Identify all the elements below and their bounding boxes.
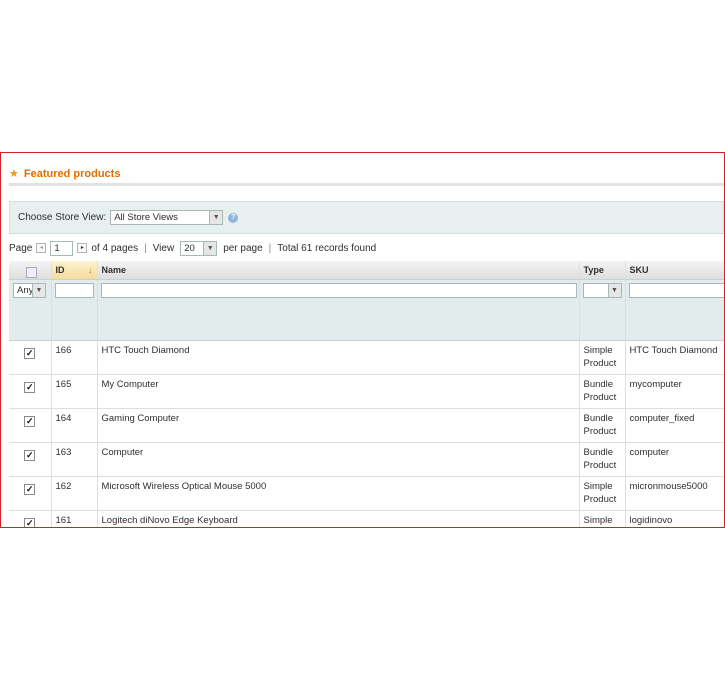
cell-sku: computer — [625, 442, 724, 477]
row-select-cell: ✓ — [9, 476, 52, 511]
column-header-type[interactable]: Type — [579, 261, 626, 280]
page-label: Page — [9, 242, 33, 254]
per-page-label: per page — [223, 242, 263, 254]
table-row[interactable]: ✓ 165 My Computer Bundle Product mycomputer — [9, 374, 724, 409]
store-view-label: Choose Store View: — [18, 212, 107, 223]
cell-id: 161 — [51, 510, 98, 527]
row-checkbox[interactable]: ✓ — [24, 382, 36, 393]
cell-type: Bundle Product — [579, 374, 626, 409]
page-input[interactable]: 1 — [50, 240, 74, 256]
cell-name: Microsoft Wireless Optical Mouse 5000 — [97, 476, 580, 511]
table-row[interactable]: ✓ 162 Microsoft Wireless Optical Mouse 500… — [9, 476, 724, 511]
cell-sku: mycomputer — [625, 374, 724, 409]
sort-arrow-icon: ↓ — [88, 265, 93, 275]
table-row[interactable]: ✓ 164 Gaming Computer Bundle Product compute… — [9, 408, 724, 443]
row-checkbox[interactable]: ✓ — [24, 450, 36, 461]
row-select-cell: ✓ — [9, 340, 52, 375]
products-grid: ID ↓ Name Type SKU Any ▼ ▼ ✓ 166 HTC Tou… — [9, 261, 724, 527]
row-checkbox[interactable]: ✓ — [24, 416, 36, 427]
cell-sku: logidinovo — [625, 510, 724, 527]
separator: | — [268, 242, 272, 254]
chevron-down-icon: ▼ — [32, 284, 45, 297]
store-switcher: Choose Store View: All Store Views ▼ ? — [9, 201, 724, 234]
chevron-down-icon: ▼ — [203, 241, 217, 255]
total-records: Total 61 records found — [277, 242, 377, 254]
in-products-filter-select[interactable]: Any ▼ — [13, 283, 46, 298]
grid-headings: ID ↓ Name Type SKU — [9, 261, 724, 280]
filter-sku — [625, 279, 724, 341]
view-label: View — [152, 242, 175, 254]
section-title: Featured products — [23, 168, 121, 180]
table-row[interactable]: ✓ 161 Logitech diNovo Edge Keyboard Simple … — [9, 510, 724, 527]
star-icon: ★ — [9, 167, 19, 180]
row-select-cell: ✓ — [9, 374, 52, 409]
name-filter-input[interactable] — [100, 283, 577, 298]
row-checkbox[interactable]: ✓ — [24, 518, 36, 527]
select-all-header[interactable] — [9, 261, 52, 280]
cell-name: HTC Touch Diamond — [97, 340, 580, 375]
store-view-value: All Store Views — [114, 212, 178, 223]
cell-id: 164 — [51, 408, 98, 443]
cell-name: My Computer — [97, 374, 580, 409]
cell-type: Simple Product — [579, 510, 626, 527]
featured-products-panel: ★ Featured products Choose Store View: A… — [0, 152, 725, 528]
cell-type: Bundle Product — [579, 408, 626, 443]
table-row[interactable]: ✓ 166 HTC Touch Diamond Simple Product HTC T… — [9, 340, 724, 375]
cell-name: Gaming Computer — [97, 408, 580, 443]
cell-sku: HTC Touch Diamond — [625, 340, 724, 375]
column-header-sku[interactable]: SKU — [625, 261, 724, 280]
cell-id: 162 — [51, 476, 98, 511]
select-all-checkbox[interactable] — [26, 266, 38, 278]
cell-name: Logitech diNovo Edge Keyboard — [97, 510, 580, 527]
filter-type: ▼ — [579, 279, 626, 341]
cell-type: Simple Product — [579, 476, 626, 511]
previous-page-icon[interactable]: ◂ — [36, 243, 47, 253]
cell-id: 163 — [51, 442, 98, 477]
filter-name — [97, 279, 580, 341]
cell-name: Computer — [97, 442, 580, 477]
grid-filter-row: Any ▼ ▼ — [9, 279, 724, 341]
total-pages: of 4 pages — [91, 242, 139, 254]
row-checkbox[interactable]: ✓ — [24, 484, 36, 495]
cell-type: Bundle Product — [579, 442, 626, 477]
column-header-id[interactable]: ID ↓ — [51, 261, 98, 280]
cell-id: 165 — [51, 374, 98, 409]
per-page-select[interactable]: 20 ▼ — [180, 240, 218, 256]
row-select-cell: ✓ — [9, 442, 52, 477]
row-select-cell: ✓ — [9, 510, 52, 527]
filter-in-products: Any ▼ — [9, 279, 52, 341]
row-select-cell: ✓ — [9, 408, 52, 443]
cell-id: 166 — [51, 340, 98, 375]
help-icon[interactable]: ? — [228, 212, 239, 223]
cell-sku: micronmouse5000 — [625, 476, 724, 511]
column-header-name[interactable]: Name — [97, 261, 580, 280]
sku-filter-input[interactable] — [628, 283, 724, 298]
chevron-down-icon: ▼ — [607, 284, 621, 297]
table-row[interactable]: ✓ 163 Computer Bundle Product computer — [9, 442, 724, 477]
per-page-value: 20 — [184, 242, 195, 254]
separator: | — [144, 242, 147, 254]
in-products-filter-value: Any — [17, 285, 34, 296]
type-filter-select[interactable]: ▼ — [582, 283, 622, 298]
pager: Page ◂ 1 ▸ of 4 pages | View 20 ▼ per pa… — [9, 240, 377, 256]
id-filter-input[interactable] — [54, 283, 94, 298]
section-header: ★ Featured products — [9, 166, 120, 182]
row-checkbox[interactable]: ✓ — [24, 348, 36, 359]
chevron-down-icon: ▼ — [209, 211, 223, 224]
next-page-icon[interactable]: ▸ — [77, 243, 88, 253]
store-view-select[interactable]: All Store Views ▼ — [110, 210, 224, 225]
cell-sku: computer_fixed — [625, 408, 724, 443]
header-divider — [9, 183, 724, 186]
cell-type: Simple Product — [579, 340, 626, 375]
filter-id — [51, 279, 98, 341]
